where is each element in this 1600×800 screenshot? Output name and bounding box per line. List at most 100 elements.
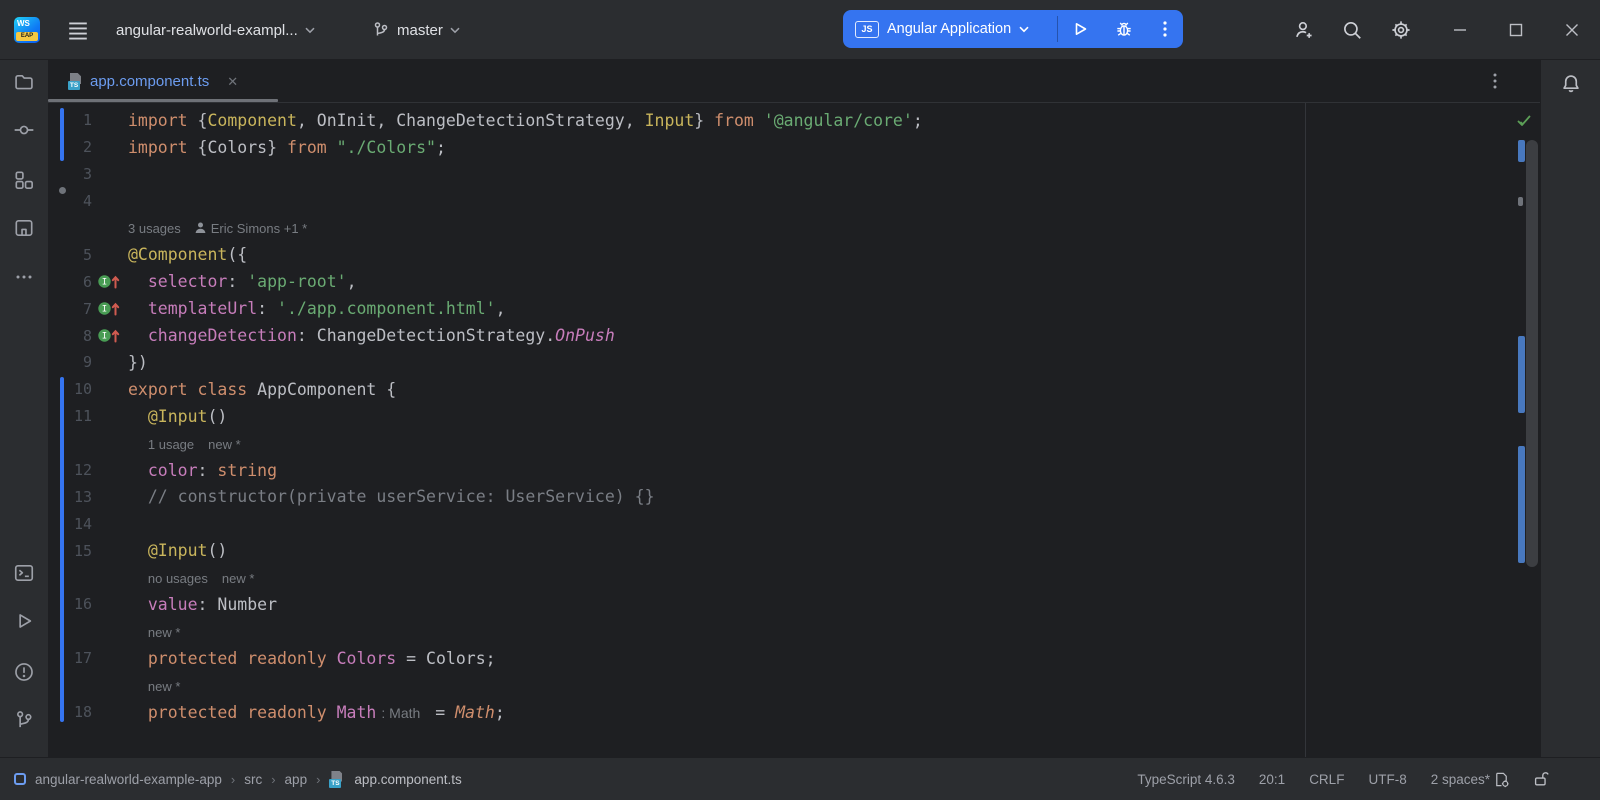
- stripe-marker-gray[interactable]: [1518, 197, 1523, 206]
- editor-code-row[interactable]: 13 // constructor(private userService: U…: [48, 483, 1540, 510]
- bookmarks-tool-button[interactable]: [8, 212, 40, 244]
- editor-inlay-row[interactable]: 3 usages Eric Simons +1 *: [48, 215, 1540, 242]
- run-button[interactable]: [1058, 10, 1102, 48]
- editor-scrollbar[interactable]: [1526, 140, 1538, 567]
- line-number[interactable]: 10: [48, 380, 92, 398]
- project-tool-button[interactable]: [8, 66, 40, 98]
- editor-code-row[interactable]: 14: [48, 510, 1540, 537]
- main-menu-icon[interactable]: [64, 16, 92, 44]
- run-more-button[interactable]: [1146, 10, 1183, 48]
- editor-code-row[interactable]: 9}): [48, 349, 1540, 376]
- editor-code-row[interactable]: 15 @Input(): [48, 537, 1540, 564]
- line-number[interactable]: 6: [48, 273, 92, 291]
- vcs-change-marker[interactable]: [1518, 336, 1525, 413]
- search-everywhere-button[interactable]: [1336, 14, 1368, 46]
- code-segment: OnPush: [555, 326, 615, 346]
- status-item[interactable]: CRLF: [1309, 772, 1344, 787]
- vcs-change-marker[interactable]: [1518, 446, 1525, 563]
- window-minimize-button[interactable]: [1444, 14, 1476, 46]
- editor-inlay-row[interactable]: new *: [48, 618, 1540, 645]
- status-item[interactable]: 2 spaces*: [1431, 772, 1490, 787]
- angular-input-gutter-icon[interactable]: I: [97, 273, 121, 290]
- chevron-down-icon: [450, 27, 460, 33]
- editor-code-row[interactable]: 16 value: Number: [48, 591, 1540, 618]
- window-close-button[interactable]: [1556, 14, 1588, 46]
- angular-input-gutter-icon[interactable]: I: [97, 300, 121, 317]
- code-segment: new *: [147, 624, 181, 640]
- editor-code-row[interactable]: 3: [48, 161, 1540, 188]
- terminal-tool-button[interactable]: [8, 557, 40, 589]
- line-number[interactable]: 4: [48, 192, 92, 210]
- line-number[interactable]: 9: [48, 353, 92, 371]
- git-branch-icon: [374, 22, 388, 36]
- status-item[interactable]: UTF-8: [1368, 772, 1406, 787]
- editor-code-row[interactable]: 6 I selector: 'app-root',: [48, 268, 1540, 295]
- run-config-selector[interactable]: JS Angular Application: [843, 10, 1057, 48]
- code-text: templateUrl: './app.component.html',: [128, 299, 506, 318]
- editor-inlay-row[interactable]: no usages new *: [48, 564, 1540, 591]
- close-tab-icon[interactable]: ✕: [227, 74, 238, 90]
- settings-button[interactable]: [1385, 14, 1417, 46]
- structure-tool-button[interactable]: [8, 164, 40, 196]
- editor-code-row[interactable]: 8 I changeDetection: ChangeDetectionStra…: [48, 322, 1540, 349]
- line-number[interactable]: 1: [48, 111, 92, 129]
- editor-code-row[interactable]: 18 protected readonly Math: Math = Math;: [48, 699, 1540, 722]
- indent-config-icon[interactable]: [1493, 771, 1510, 788]
- run-tool-button[interactable]: [8, 605, 40, 637]
- lock-icon[interactable]: [1532, 770, 1550, 788]
- line-number[interactable]: 3: [48, 165, 92, 183]
- editor-code-row[interactable]: 5 @Component({: [48, 241, 1540, 268]
- code-area[interactable]: 1 import {Component, OnInit, ChangeDetect…: [48, 103, 1540, 757]
- problems-tool-button[interactable]: [8, 656, 40, 688]
- line-number[interactable]: 12: [48, 461, 92, 479]
- line-number[interactable]: 2: [48, 138, 92, 156]
- editor-code-row[interactable]: 12 color: string: [48, 457, 1540, 484]
- line-number[interactable]: 15: [48, 542, 92, 560]
- line-number[interactable]: 7: [48, 300, 92, 318]
- status-item[interactable]: TypeScript 4.6.3: [1137, 772, 1235, 787]
- vcs-change-marker[interactable]: [1518, 140, 1525, 162]
- editor-code-row[interactable]: 7 I templateUrl: './app.component.html',: [48, 295, 1540, 322]
- inspections-ok-icon[interactable]: [1516, 113, 1532, 129]
- line-number[interactable]: 8: [48, 327, 92, 345]
- line-number[interactable]: 18: [48, 703, 92, 721]
- editor-code-row[interactable]: 2 import {Colors} from "./Colors";: [48, 134, 1540, 161]
- window-maximize-button[interactable]: [1500, 14, 1532, 46]
- chevron-down-icon: [305, 27, 315, 33]
- commit-tool-button[interactable]: [8, 114, 40, 146]
- code-segment: = Colors;: [396, 648, 496, 668]
- status-item[interactable]: 20:1: [1259, 772, 1285, 787]
- angular-input-gutter-icon[interactable]: I: [97, 327, 121, 344]
- code-with-me-button[interactable]: [1288, 14, 1320, 46]
- code-segment: :: [257, 299, 278, 319]
- code-segment: :: [197, 460, 218, 480]
- breadcrumb-item[interactable]: src: [244, 772, 262, 787]
- editor-code-row[interactable]: 11 @Input(): [48, 403, 1540, 430]
- editor-options-kebab-icon[interactable]: [1480, 66, 1510, 96]
- editor-inlay-row[interactable]: new *: [48, 672, 1540, 699]
- editor-code-row[interactable]: 17 protected readonly Colors = Colors;: [48, 645, 1540, 672]
- vcs-branch-widget[interactable]: master: [372, 14, 460, 46]
- debug-button[interactable]: [1102, 10, 1146, 48]
- notifications-button[interactable]: [1555, 68, 1587, 100]
- editor-inlay-row[interactable]: 1 usage new *: [48, 430, 1540, 457]
- status-bar: angular-realworld-example-app › src › app › T…: [0, 757, 1600, 800]
- more-tool-windows-button[interactable]: [8, 261, 40, 293]
- editor-code-row[interactable]: 4: [48, 188, 1540, 215]
- breadcrumb-item[interactable]: app.component.ts: [354, 772, 461, 787]
- breadcrumb-item[interactable]: app: [285, 772, 308, 787]
- line-number[interactable]: 14: [48, 515, 92, 533]
- line-number[interactable]: 16: [48, 595, 92, 613]
- git-tool-button[interactable]: [8, 704, 40, 736]
- editor-code-row[interactable]: 10 export class AppComponent {: [48, 376, 1540, 403]
- line-number[interactable]: 13: [48, 488, 92, 506]
- line-number[interactable]: 17: [48, 649, 92, 667]
- project-widget[interactable]: angular-realworld-exampl...: [116, 14, 315, 46]
- line-number[interactable]: 11: [48, 407, 92, 425]
- tab-app-component-ts[interactable]: TS app.component.ts ✕: [48, 60, 278, 103]
- breadcrumb-item[interactable]: angular-realworld-example-app: [35, 772, 222, 787]
- editor-code-row[interactable]: 1 import {Component, OnInit, ChangeDetect…: [48, 107, 1540, 134]
- line-number[interactable]: 5: [48, 246, 92, 264]
- breadcrumb: angular-realworld-example-app › src › app › T…: [14, 770, 462, 788]
